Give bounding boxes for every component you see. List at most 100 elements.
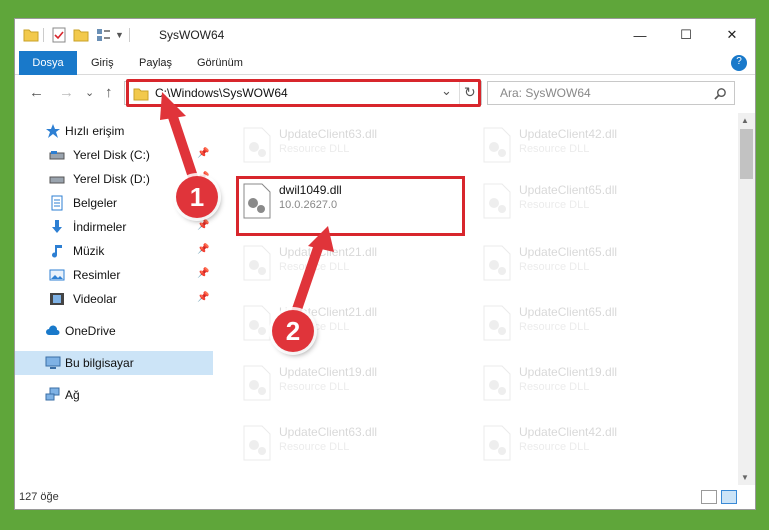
list-item[interactable]: UpdateClient63.dll Resource DLL xyxy=(227,417,447,467)
sidebar-item-label: Belgeler xyxy=(73,196,118,210)
help-button[interactable]: ? xyxy=(731,55,747,71)
list-item[interactable]: UpdateClient42.dll Resource DLL xyxy=(467,417,687,467)
minimize-button[interactable]: — xyxy=(617,19,663,51)
documents-icon xyxy=(51,195,63,211)
close-button[interactable]: ✕ xyxy=(709,19,755,51)
sidebar-item-music[interactable]: Müzik 📌 xyxy=(15,239,213,263)
qa-divider xyxy=(43,28,44,42)
list-item[interactable]: UpdateClient65.dll Resource DLL xyxy=(467,297,687,347)
tab-home[interactable]: Giriş xyxy=(91,51,114,75)
file-description: Resource DLL xyxy=(519,143,590,155)
sidebar-item-label: Resimler xyxy=(73,268,121,282)
scroll-down-icon[interactable]: ▼ xyxy=(741,473,749,482)
navigation-pane: Hızlı erişim Yerel Disk (C:) 📌 Yerel Dis… xyxy=(15,113,213,485)
file-description: Resource DLL xyxy=(519,381,590,393)
pin-icon: 📌 xyxy=(197,244,210,255)
file-name: UpdateClient42.dll xyxy=(519,127,618,141)
list-item[interactable]: UpdateClient65.dll Resource DLL xyxy=(467,237,687,287)
chevron-down-icon[interactable]: ▼ xyxy=(115,30,124,46)
qa-divider-2 xyxy=(129,28,130,42)
sidebar-item-onedrive[interactable]: OneDrive xyxy=(15,319,213,343)
file-description: Resource DLL xyxy=(519,261,590,273)
address-row: ← → ⌄ ↑ C:\Windows\SysWOW64 ⌄ ↻ Ara: Sys… xyxy=(15,76,755,110)
dll-file-icon xyxy=(243,245,271,281)
status-bar: 127 öğe xyxy=(15,485,755,509)
tab-share[interactable]: Paylaş xyxy=(139,51,172,75)
dll-file-icon xyxy=(243,127,271,163)
back-button[interactable]: ← xyxy=(29,84,44,101)
list-item[interactable]: UpdateClient21.dll Resource DLL xyxy=(227,297,447,347)
sidebar-item-label: İndirmeler xyxy=(73,220,127,234)
new-folder-icon[interactable] xyxy=(73,27,89,43)
star-icon xyxy=(46,124,60,138)
file-list: UpdateClient63.dll Resource DLL UpdateCl… xyxy=(221,113,733,485)
tab-view[interactable]: Görünüm xyxy=(197,51,243,75)
pin-icon: 📌 xyxy=(197,292,210,303)
up-button[interactable]: ↑ xyxy=(105,84,113,101)
file-description: Resource DLL xyxy=(519,441,590,453)
list-item[interactable]: UpdateClient42.dll Resource DLL xyxy=(467,119,687,169)
file-highlight xyxy=(236,176,465,236)
pin-icon: 📌 xyxy=(197,220,210,231)
search-input[interactable]: Ara: SysWOW64 xyxy=(500,86,591,100)
pin-icon: 📌 xyxy=(197,268,210,279)
ribbon-tabs: Dosya Giriş Paylaş Görünüm ? xyxy=(15,51,755,75)
list-item[interactable]: UpdateClient63.dll Resource DLL xyxy=(227,119,447,169)
tab-file[interactable]: Dosya xyxy=(19,51,77,75)
drive-icon xyxy=(49,176,65,184)
list-item[interactable]: UpdateClient19.dll Resource DLL xyxy=(467,357,687,407)
dll-file-icon xyxy=(483,365,511,401)
properties-icon[interactable] xyxy=(51,27,67,43)
sidebar-item-downloads[interactable]: İndirmeler 📌 xyxy=(15,215,213,239)
close-icon: ✕ xyxy=(726,27,738,42)
item-count: 127 öğe xyxy=(19,491,59,503)
file-description: Resource DLL xyxy=(279,441,350,453)
recent-locations-button[interactable]: ⌄ xyxy=(85,86,94,99)
sidebar-item-this-pc[interactable]: Bu bilgisayar xyxy=(15,351,213,375)
file-description: Resource DLL xyxy=(519,321,590,333)
folder-icon xyxy=(23,29,39,42)
list-item[interactable]: UpdateClient65.dll Resource DLL xyxy=(467,175,687,225)
vertical-scrollbar[interactable]: ▲ ▼ xyxy=(738,113,755,485)
details-view-icon[interactable] xyxy=(701,490,717,504)
file-name: UpdateClient63.dll xyxy=(279,127,378,141)
file-name: UpdateClient19.dll xyxy=(279,365,378,379)
file-description: Resource DLL xyxy=(519,199,590,211)
large-icons-view-icon[interactable] xyxy=(721,490,737,504)
music-note-icon xyxy=(52,245,62,258)
minimize-icon: — xyxy=(633,27,647,43)
cloud-icon xyxy=(46,325,60,335)
sidebar-item-videos[interactable]: Videolar 📌 xyxy=(15,287,213,311)
dll-file-icon xyxy=(243,365,271,401)
list-item[interactable]: UpdateClient19.dll Resource DLL xyxy=(227,357,447,407)
file-name: UpdateClient21.dll xyxy=(279,245,378,259)
sidebar-item-label: Ağ xyxy=(65,388,80,402)
step-callout-1: 1 xyxy=(176,176,218,218)
drive-icon xyxy=(49,151,65,160)
file-name: UpdateClient63.dll xyxy=(279,425,378,439)
sidebar-item-label: Yerel Disk (D:) xyxy=(73,172,150,186)
file-name: UpdateClient65.dll xyxy=(519,245,618,259)
sidebar-item-local-disk-c[interactable]: Yerel Disk (C:) 📌 xyxy=(15,143,213,167)
scroll-thumb[interactable] xyxy=(740,129,753,179)
list-item[interactable]: UpdateClient21.dll Resource DLL xyxy=(227,237,447,287)
maximize-button[interactable]: ☐ xyxy=(663,19,709,51)
sidebar-item-network[interactable]: Ağ xyxy=(15,383,213,407)
forward-button[interactable]: → xyxy=(59,84,74,101)
search-box[interactable]: Ara: SysWOW64 xyxy=(487,81,735,105)
maximize-icon: ☐ xyxy=(680,27,692,42)
computer-icon xyxy=(45,356,61,369)
sidebar-item-pictures[interactable]: Resimler 📌 xyxy=(15,263,213,287)
address-highlight xyxy=(126,79,481,107)
file-description: Resource DLL xyxy=(279,261,350,273)
scroll-up-icon[interactable]: ▲ xyxy=(741,116,749,125)
download-arrow-icon xyxy=(52,220,62,233)
dll-file-icon xyxy=(483,425,511,461)
sidebar-item-quick-access[interactable]: Hızlı erişim xyxy=(15,119,213,143)
window-title: SysWOW64 xyxy=(159,28,225,42)
explorer-window: ▼ SysWOW64 — ☐ ✕ Dosya Giriş Paylaş Görü… xyxy=(14,18,756,510)
film-icon xyxy=(50,293,64,305)
search-icon[interactable] xyxy=(714,87,727,100)
customize-qa-icon[interactable] xyxy=(95,27,111,43)
file-name: UpdateClient65.dll xyxy=(519,305,618,319)
